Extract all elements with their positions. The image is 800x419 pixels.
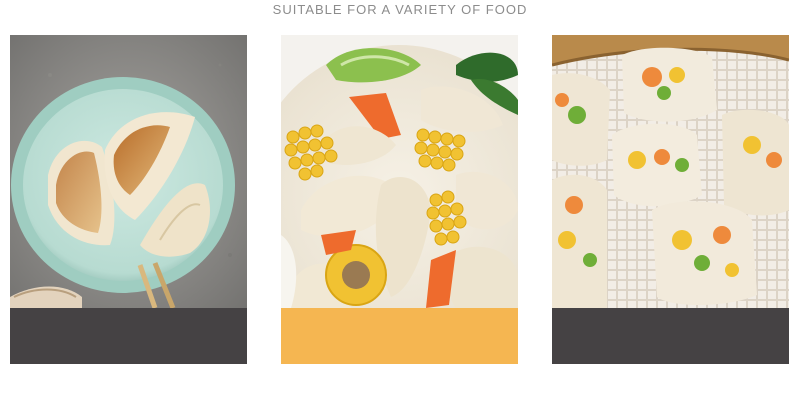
page-headline: SUITABLE FOR A VARIETY OF FOOD [272, 2, 528, 17]
food-card-shaomai [552, 35, 789, 364]
shaomai-photo [552, 35, 789, 308]
food-card-fried-dumplings [10, 35, 247, 364]
card-color-band [10, 308, 247, 364]
food-card-dumpling-soup [281, 35, 518, 364]
fried-dumplings-photo [10, 35, 247, 308]
card-color-band [552, 308, 789, 364]
card-color-band [281, 308, 518, 364]
dumpling-soup-photo [281, 35, 518, 308]
